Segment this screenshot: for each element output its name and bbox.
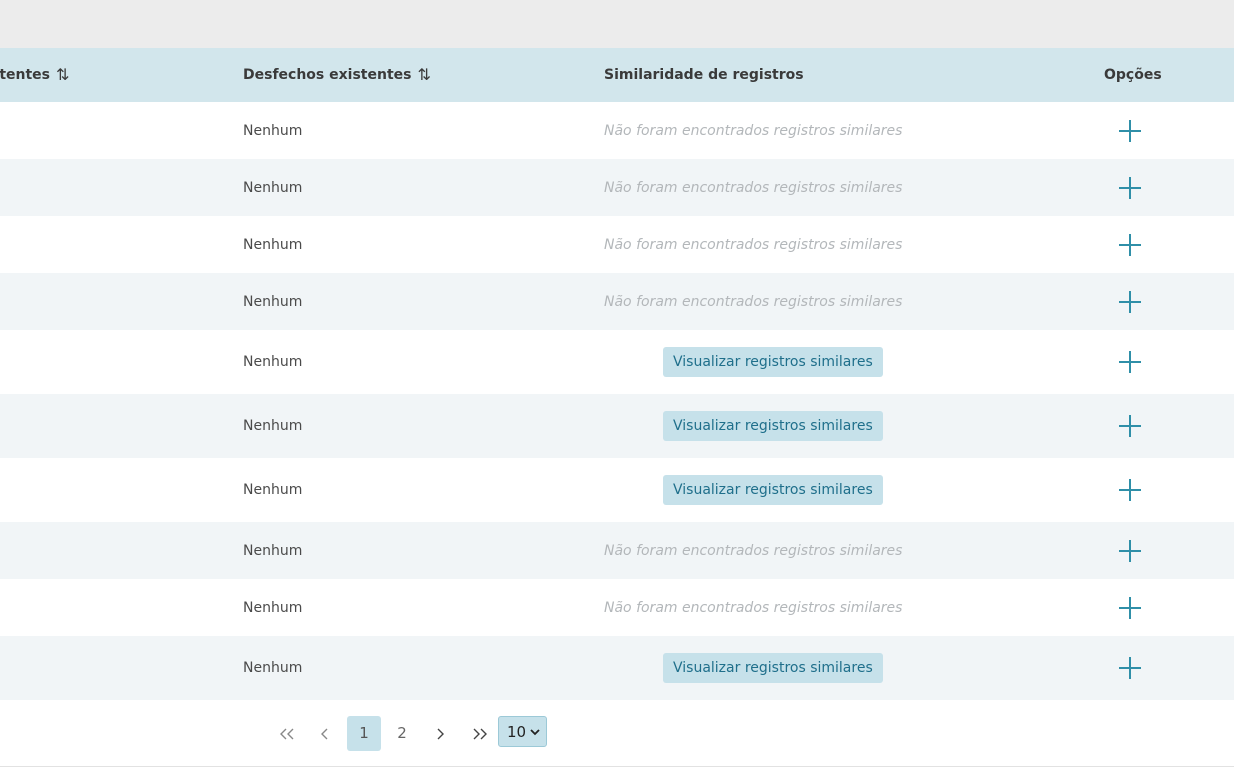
similarity-cell: Visualizar registros similares	[604, 394, 884, 458]
similarity-cell: Visualizar registros similares	[604, 330, 884, 394]
no-similar-records-text: Não foram encontrados registros similare…	[604, 599, 903, 616]
similarity-cell: Não foram encontrados registros similare…	[604, 579, 902, 636]
add-option-button[interactable]	[1117, 636, 1143, 700]
column-header-similarity: Similaridade de registros	[604, 48, 804, 102]
similarity-cell: Não foram encontrados registros similare…	[604, 159, 902, 216]
add-option-button[interactable]	[1117, 522, 1143, 579]
records-table: stentes ⇅ Desfechos existentes ⇅ Similarid…	[0, 48, 1234, 700]
outcome-cell: Nenhum	[243, 542, 303, 559]
no-similar-records-text: Não foram encontrados registros similare…	[604, 122, 903, 139]
sort-icon[interactable]: ⇅	[56, 48, 70, 102]
view-similar-records-button[interactable]: Visualizar registros similares	[663, 411, 883, 441]
page-button-2[interactable]: 2	[389, 716, 415, 751]
plus-icon	[1119, 596, 1141, 619]
add-option-button[interactable]	[1117, 273, 1143, 330]
plus-icon	[1119, 351, 1141, 373]
table-row: Nenhum Não foram encontrados registros si…	[0, 522, 1234, 579]
top-bar	[0, 0, 1234, 48]
table-header: stentes ⇅ Desfechos existentes ⇅ Similarid…	[0, 48, 1234, 102]
outcome-cell: Nenhum	[243, 354, 303, 370]
similarity-cell: Visualizar registros similares	[604, 636, 884, 700]
view-similar-records-button[interactable]: Visualizar registros similares	[663, 653, 883, 683]
plus-icon	[1119, 415, 1141, 437]
plus-icon	[1119, 479, 1141, 501]
similarity-cell: Não foram encontrados registros similare…	[604, 522, 902, 579]
no-similar-records-text: Não foram encontrados registros similare…	[604, 542, 903, 559]
column-header-outcomes[interactable]: Desfechos existentes ⇅	[243, 48, 431, 102]
outcome-cell: Nenhum	[243, 236, 303, 253]
add-option-button[interactable]	[1117, 159, 1143, 216]
previous-page-button[interactable]	[316, 716, 334, 751]
table-row: Nenhum Visualizar registros similares	[0, 330, 1234, 394]
chevron-right-icon	[437, 728, 444, 739]
outcome-cell: Nenhum	[243, 418, 303, 434]
view-similar-records-button[interactable]: Visualizar registros similares	[663, 347, 883, 377]
similarity-cell: Visualizar registros similares	[604, 458, 884, 522]
view-similar-records-button[interactable]: Visualizar registros similares	[663, 475, 883, 505]
similarity-cell: Não foram encontrados registros similare…	[604, 273, 902, 330]
plus-icon	[1119, 539, 1141, 562]
add-option-button[interactable]	[1117, 579, 1143, 636]
no-similar-records-text: Não foram encontrados registros similare…	[604, 293, 903, 310]
table-row: Nenhum Não foram encontrados registros si…	[0, 579, 1234, 636]
outcome-cell: Nenhum	[243, 482, 303, 498]
page-button-1[interactable]: 1	[347, 716, 381, 751]
double-chevron-left-icon	[280, 728, 294, 739]
chevron-left-icon	[321, 728, 328, 739]
outcome-cell: Nenhum	[243, 660, 303, 676]
pagination: 1 2 10	[0, 700, 1234, 767]
add-option-button[interactable]	[1117, 102, 1143, 159]
similarity-cell: Não foram encontrados registros similare…	[604, 102, 902, 159]
plus-icon	[1119, 119, 1141, 142]
column-header-label: Opções	[1104, 67, 1162, 83]
outcome-cell: Nenhum	[243, 293, 303, 310]
table-row: Nenhum Visualizar registros similares	[0, 636, 1234, 700]
plus-icon	[1119, 176, 1141, 199]
add-option-button[interactable]	[1117, 394, 1143, 458]
next-page-button[interactable]	[431, 716, 449, 751]
column-header-label: Similaridade de registros	[604, 67, 804, 83]
table-body: Nenhum Não foram encontrados registros si…	[0, 102, 1234, 700]
column-header-label: Desfechos existentes	[243, 67, 412, 83]
no-similar-records-text: Não foram encontrados registros similare…	[604, 179, 903, 196]
outcome-cell: Nenhum	[243, 122, 303, 139]
add-option-button[interactable]	[1117, 458, 1143, 522]
last-page-button[interactable]	[469, 716, 491, 751]
page-size-value: 10	[507, 722, 527, 741]
table-row: Nenhum Não foram encontrados registros si…	[0, 216, 1234, 273]
double-chevron-right-icon	[473, 728, 487, 739]
outcome-cell: Nenhum	[243, 179, 303, 196]
table-row: Nenhum Não foram encontrados registros si…	[0, 273, 1234, 330]
column-header-existing[interactable]: stentes ⇅	[0, 48, 70, 102]
chevron-down-icon	[530, 728, 540, 735]
outcome-cell: Nenhum	[243, 599, 303, 616]
add-option-button[interactable]	[1117, 216, 1143, 273]
plus-icon	[1119, 233, 1141, 256]
column-header-options: Opções	[1104, 48, 1162, 102]
plus-icon	[1119, 657, 1141, 679]
first-page-button[interactable]	[276, 716, 298, 751]
sort-icon[interactable]: ⇅	[417, 48, 431, 102]
add-option-button[interactable]	[1117, 330, 1143, 394]
column-header-label: stentes	[0, 67, 51, 83]
plus-icon	[1119, 290, 1141, 313]
table-row: Nenhum Não foram encontrados registros si…	[0, 159, 1234, 216]
similarity-cell: Não foram encontrados registros similare…	[604, 216, 902, 273]
no-similar-records-text: Não foram encontrados registros similare…	[604, 236, 903, 253]
table-row: Nenhum Visualizar registros similares	[0, 394, 1234, 458]
page-size-select[interactable]: 10	[498, 716, 547, 747]
table-row: Nenhum Visualizar registros similares	[0, 458, 1234, 522]
table-row: Nenhum Não foram encontrados registros si…	[0, 102, 1234, 159]
